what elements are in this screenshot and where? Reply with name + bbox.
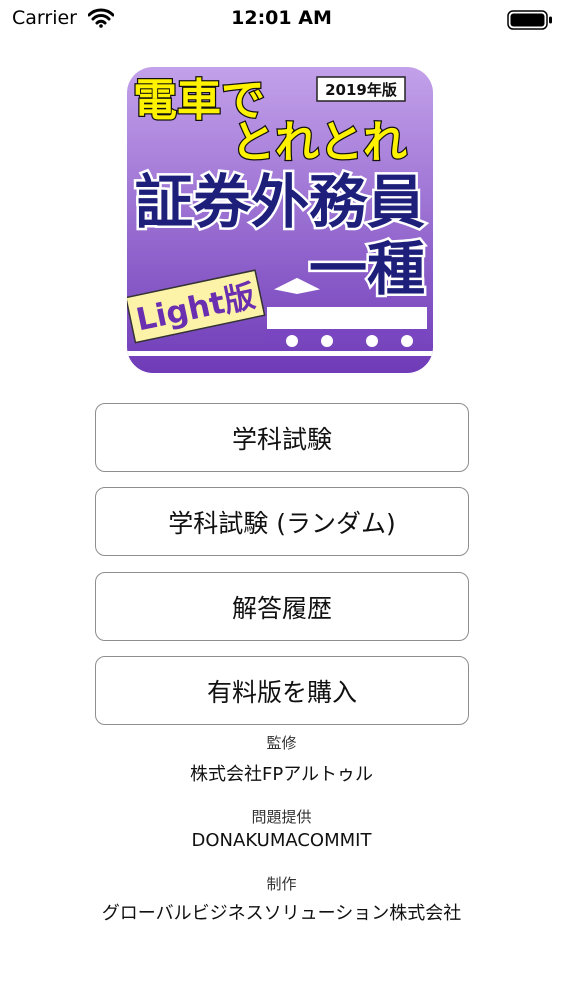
exam-button[interactable]: 学科試験	[95, 403, 469, 472]
exam-random-button[interactable]: 学科試験 (ランダム)	[95, 487, 469, 556]
logo-line2: とれとれ	[231, 117, 407, 168]
status-bar: Carrier 12:01 AM	[0, 0, 563, 40]
purchase-full-version-button[interactable]: 有料版を購入	[95, 656, 469, 725]
production-value: グローバルビジネスソリューション株式会社	[101, 903, 462, 924]
answer-history-button[interactable]: 解答履歴	[95, 572, 469, 641]
question-provider-title: 問題提供	[251, 808, 312, 826]
purchase-button-label: 有料版を購入	[206, 677, 357, 707]
supervision-value: 株式会社FPアルトゥル	[189, 764, 374, 785]
status-time: 12:01 AM	[231, 7, 332, 29]
logo-title: 証券外務員	[135, 168, 425, 236]
answer-history-button-label: 解答履歴	[231, 593, 332, 623]
exam-button-label: 学科試験	[231, 424, 332, 454]
supervision-title: 監修	[266, 734, 297, 752]
logo-subtitle: 一種	[309, 235, 425, 303]
app-logo: 2019年版 電車で とれとれ 証券外務員 一種 Light版	[127, 67, 433, 373]
exam-random-button-label: 学科試験 (ランダム)	[168, 508, 396, 538]
battery-icon	[507, 10, 553, 34]
logo-edition: 2019年版	[325, 81, 397, 99]
question-provider-value: DONAKUMACOMMIT	[191, 830, 372, 851]
production-title: 制作	[266, 875, 297, 893]
